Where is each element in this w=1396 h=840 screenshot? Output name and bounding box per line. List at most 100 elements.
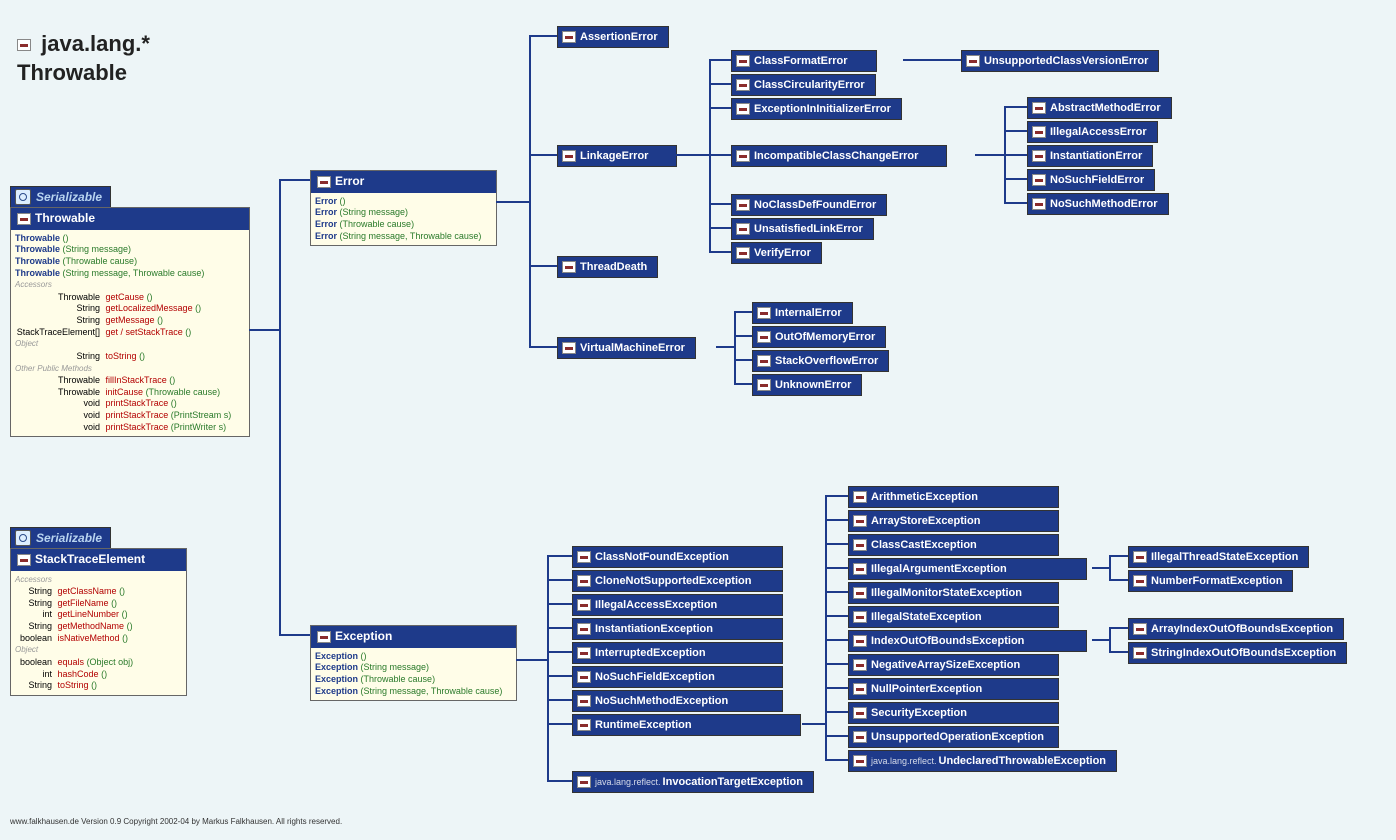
class-nosuchfieldexception: NoSuchFieldException (572, 666, 783, 688)
class-nosuchmethodexception: NoSuchMethodException (572, 690, 783, 712)
interface-serializable-stacktrace: Serializable (10, 527, 111, 549)
class-noclassdeffounderror: NoClassDefFoundError (731, 194, 887, 216)
class-icon (17, 39, 31, 51)
class-icon (562, 261, 576, 273)
class-icon (853, 731, 867, 743)
class-icon (853, 611, 867, 623)
class-nullpointerexception: NullPointerException (848, 678, 1059, 700)
class-icon (17, 213, 31, 225)
class-icon (853, 755, 867, 767)
class-icon (757, 379, 771, 391)
class-instantiationerror: InstantiationError (1027, 145, 1153, 167)
interface-icon (15, 530, 31, 546)
class-illegalmonitorstateexception: IllegalMonitorStateException (848, 582, 1059, 604)
class-abstractmethoderror: AbstractMethodError (1027, 97, 1172, 119)
class-icon (577, 719, 591, 731)
accessors: String getClassName ()String getFileName… (15, 586, 182, 644)
class-icon (317, 176, 331, 188)
class-icon (757, 355, 771, 367)
class-icon (1032, 102, 1046, 114)
class-error: Error Error ()Error (String message)Erro… (310, 170, 497, 246)
class-icon (1133, 575, 1147, 587)
class-icon (757, 331, 771, 343)
class-securityexception: SecurityException (848, 702, 1059, 724)
class-icon (966, 55, 980, 67)
class-classformaterror: ClassFormatError (731, 50, 877, 72)
constructors: Error ()Error (String message)Error (Thr… (311, 193, 496, 246)
class-icon (736, 223, 750, 235)
class-icon (853, 539, 867, 551)
class-throwable: Throwable Throwable ()Throwable (String … (10, 207, 250, 437)
section-accessors: Accessors (15, 574, 182, 586)
section-accessors: Accessors (15, 279, 245, 291)
class-nosuchfielderror: NoSuchFieldError (1027, 169, 1155, 191)
class-arraystoreexception: ArrayStoreException (848, 510, 1059, 532)
class-undeclaredthrowableexception: java.lang.reflect.UndeclaredThrowableExc… (848, 750, 1117, 772)
class-unknownerror: UnknownError (752, 374, 862, 396)
class-icon (577, 647, 591, 659)
page-title: java.lang.* Throwable (17, 30, 150, 87)
class-name: Throwable (35, 211, 95, 227)
class-classcircularityerror: ClassCircularityError (731, 74, 876, 96)
class-stacktraceelement: StackTraceElement Accessors String getCl… (10, 548, 187, 696)
class-icon (1133, 551, 1147, 563)
class-virtualmachineerror: VirtualMachineError (557, 337, 696, 359)
constructors: Throwable ()Throwable (String message)Th… (15, 233, 245, 280)
class-outofmemoryerror: OutOfMemoryError (752, 326, 886, 348)
class-icon (577, 776, 591, 788)
class-icon (1032, 198, 1046, 210)
accessors: Throwable getCause ()String getLocalized… (15, 292, 245, 339)
class-icon (1133, 623, 1147, 635)
package-label: java.lang.* (41, 30, 150, 59)
constructors: Exception ()Exception (String message)Ex… (311, 648, 516, 701)
class-icon (736, 247, 750, 259)
class-icon (736, 79, 750, 91)
class-icon (1032, 150, 1046, 162)
class-icon (736, 55, 750, 67)
interface-serializable-throwable: Serializable (10, 186, 111, 208)
class-label: Throwable (17, 59, 150, 88)
class-icon (853, 683, 867, 695)
class-unsupportedoperationexception: UnsupportedOperationException (848, 726, 1059, 748)
class-icon (577, 695, 591, 707)
class-invocationtargetexception: java.lang.reflect.InvocationTargetExcept… (572, 771, 814, 793)
class-icon (577, 671, 591, 683)
class-verifyerror: VerifyError (731, 242, 822, 264)
class-illegalaccessexception: IllegalAccessException (572, 594, 783, 616)
class-unsupportedclassversionerror: UnsupportedClassVersionError (961, 50, 1159, 72)
class-illegalthreadstateexception: IllegalThreadStateException (1128, 546, 1309, 568)
class-icon (1133, 647, 1147, 659)
class-exceptionininitializererror: ExceptionInInitializerError (731, 98, 902, 120)
other-methods: Throwable fillInStackTrace ()Throwable i… (15, 375, 245, 433)
class-internalerror: InternalError (752, 302, 853, 324)
class-negativearraysizeexception: NegativeArraySizeException (848, 654, 1059, 676)
class-stringindexoutofboundsexception: StringIndexOutOfBoundsException (1128, 642, 1347, 664)
class-arithmeticexception: ArithmeticException (848, 486, 1059, 508)
class-threaddeath: ThreadDeath (557, 256, 658, 278)
section-other: Other Public Methods (15, 363, 245, 375)
class-icon (736, 103, 750, 115)
class-icon (853, 563, 867, 575)
class-nosuchmethoderror: NoSuchMethodError (1027, 193, 1169, 215)
class-illegalstateexception: IllegalStateException (848, 606, 1059, 628)
class-arrayindexoutofboundsexception: ArrayIndexOutOfBoundsException (1128, 618, 1344, 640)
class-name: Exception (335, 629, 392, 645)
class-classcastexception: ClassCastException (848, 534, 1059, 556)
class-name: StackTraceElement (35, 552, 145, 568)
class-icon (853, 659, 867, 671)
class-icon (736, 150, 750, 162)
class-unsatisfiedlinkerror: UnsatisfiedLinkError (731, 218, 874, 240)
class-linkageerror: LinkageError (557, 145, 677, 167)
class-icon (577, 551, 591, 563)
class-assertionerror: AssertionError (557, 26, 669, 48)
footer-copyright: www.falkhausen.de Version 0.9 Copyright … (10, 817, 342, 826)
interface-label: Serializable (36, 190, 102, 204)
object-methods: boolean equals (Object obj)int hashCode … (15, 657, 182, 692)
class-icon (853, 491, 867, 503)
object-methods: String toString () (15, 351, 245, 363)
class-name: Error (335, 174, 364, 190)
class-icon (853, 707, 867, 719)
class-icon (577, 623, 591, 635)
class-runtimeexception: RuntimeException (572, 714, 801, 736)
interface-icon (15, 189, 31, 205)
